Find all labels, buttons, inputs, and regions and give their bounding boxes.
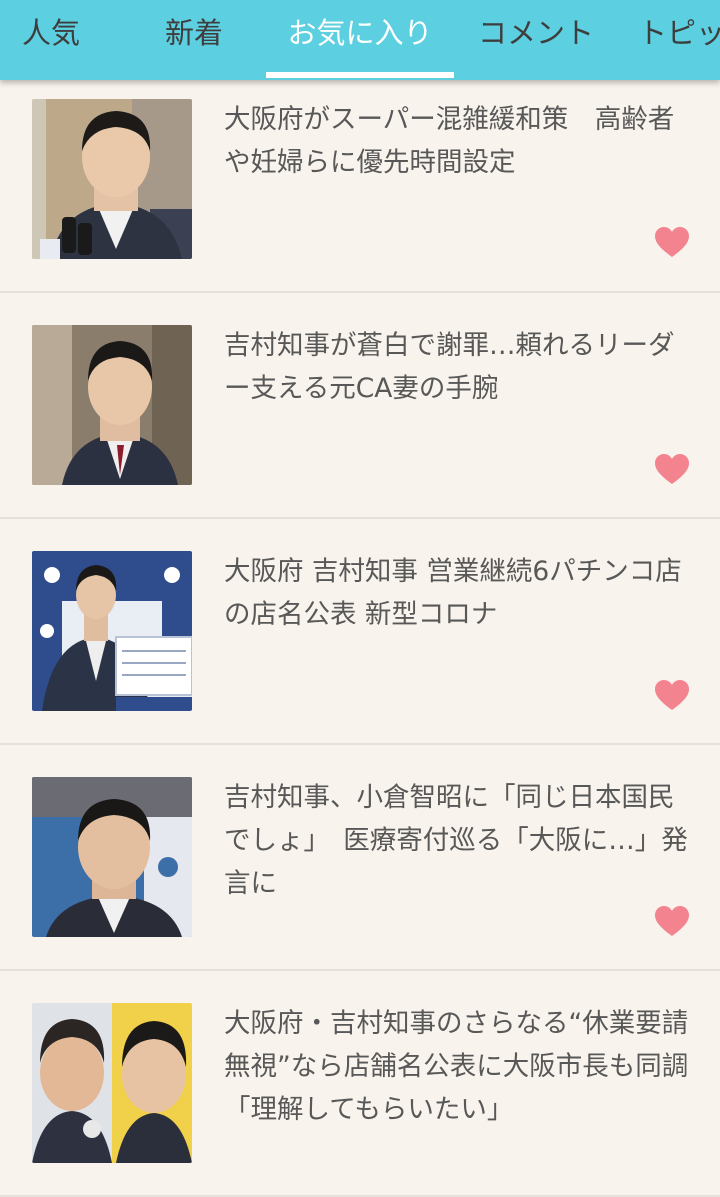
tab-topics[interactable]: トピックス <box>638 0 720 80</box>
news-photo-icon <box>32 325 192 485</box>
tab-favorites[interactable]: お気に入り <box>266 0 454 80</box>
article-title[interactable]: 吉村知事が蒼白で謝罪…頼れるリーダー支える元CA妻の手腕 <box>224 324 689 410</box>
tab-new[interactable]: 新着 <box>165 0 223 80</box>
tab-bar: 人気 新着 お気に入り コメント トピックス <box>0 0 720 80</box>
article-title[interactable]: 大阪府 吉村知事 営業継続6パチンコ店の店名公表 新型コロナ <box>224 550 689 636</box>
list-item[interactable]: 吉村知事が蒼白で謝罪…頼れるリーダー支える元CA妻の手腕 <box>0 293 720 519</box>
list-item[interactable]: 大阪府がスーパー混雑緩和策 高齢者や妊婦らに優先時間設定 <box>0 80 720 293</box>
favorite-heart-icon[interactable] <box>654 226 690 258</box>
active-tab-indicator <box>266 72 454 78</box>
news-photo-icon <box>32 1003 192 1163</box>
article-title[interactable]: 大阪府・吉村知事のさらなる“休業要請無視”なら店舗名公表に大阪市長も同調「理解し… <box>224 1002 689 1131</box>
list-item[interactable]: 大阪府 吉村知事 営業継続6パチンコ店の店名公表 新型コロナ <box>0 519 720 745</box>
news-photo-icon <box>32 99 192 259</box>
favorite-heart-icon[interactable] <box>654 453 690 485</box>
article-title[interactable]: 大阪府がスーパー混雑緩和策 高齢者や妊婦らに優先時間設定 <box>224 98 689 184</box>
article-title[interactable]: 吉村知事、小倉智昭に「同じ日本国民でしょ」 医療寄付巡る「大阪に…」発言に <box>224 776 689 905</box>
favorite-heart-icon[interactable] <box>654 679 690 711</box>
news-photo-icon <box>32 777 192 937</box>
tab-comments[interactable]: コメント <box>478 0 594 80</box>
list-item[interactable]: 吉村知事、小倉智昭に「同じ日本国民でしょ」 医療寄付巡る「大阪に…」発言に <box>0 745 720 971</box>
list-item[interactable]: 大阪府・吉村知事のさらなる“休業要請無視”なら店舗名公表に大阪市長も同調「理解し… <box>0 971 720 1197</box>
article-list: 大阪府がスーパー混雑緩和策 高齢者や妊婦らに優先時間設定 吉村知事が蒼白で謝罪…… <box>0 80 720 1197</box>
favorite-heart-icon[interactable] <box>654 905 690 937</box>
tab-popular[interactable]: 人気 <box>22 0 80 80</box>
news-photo-icon <box>32 551 192 711</box>
